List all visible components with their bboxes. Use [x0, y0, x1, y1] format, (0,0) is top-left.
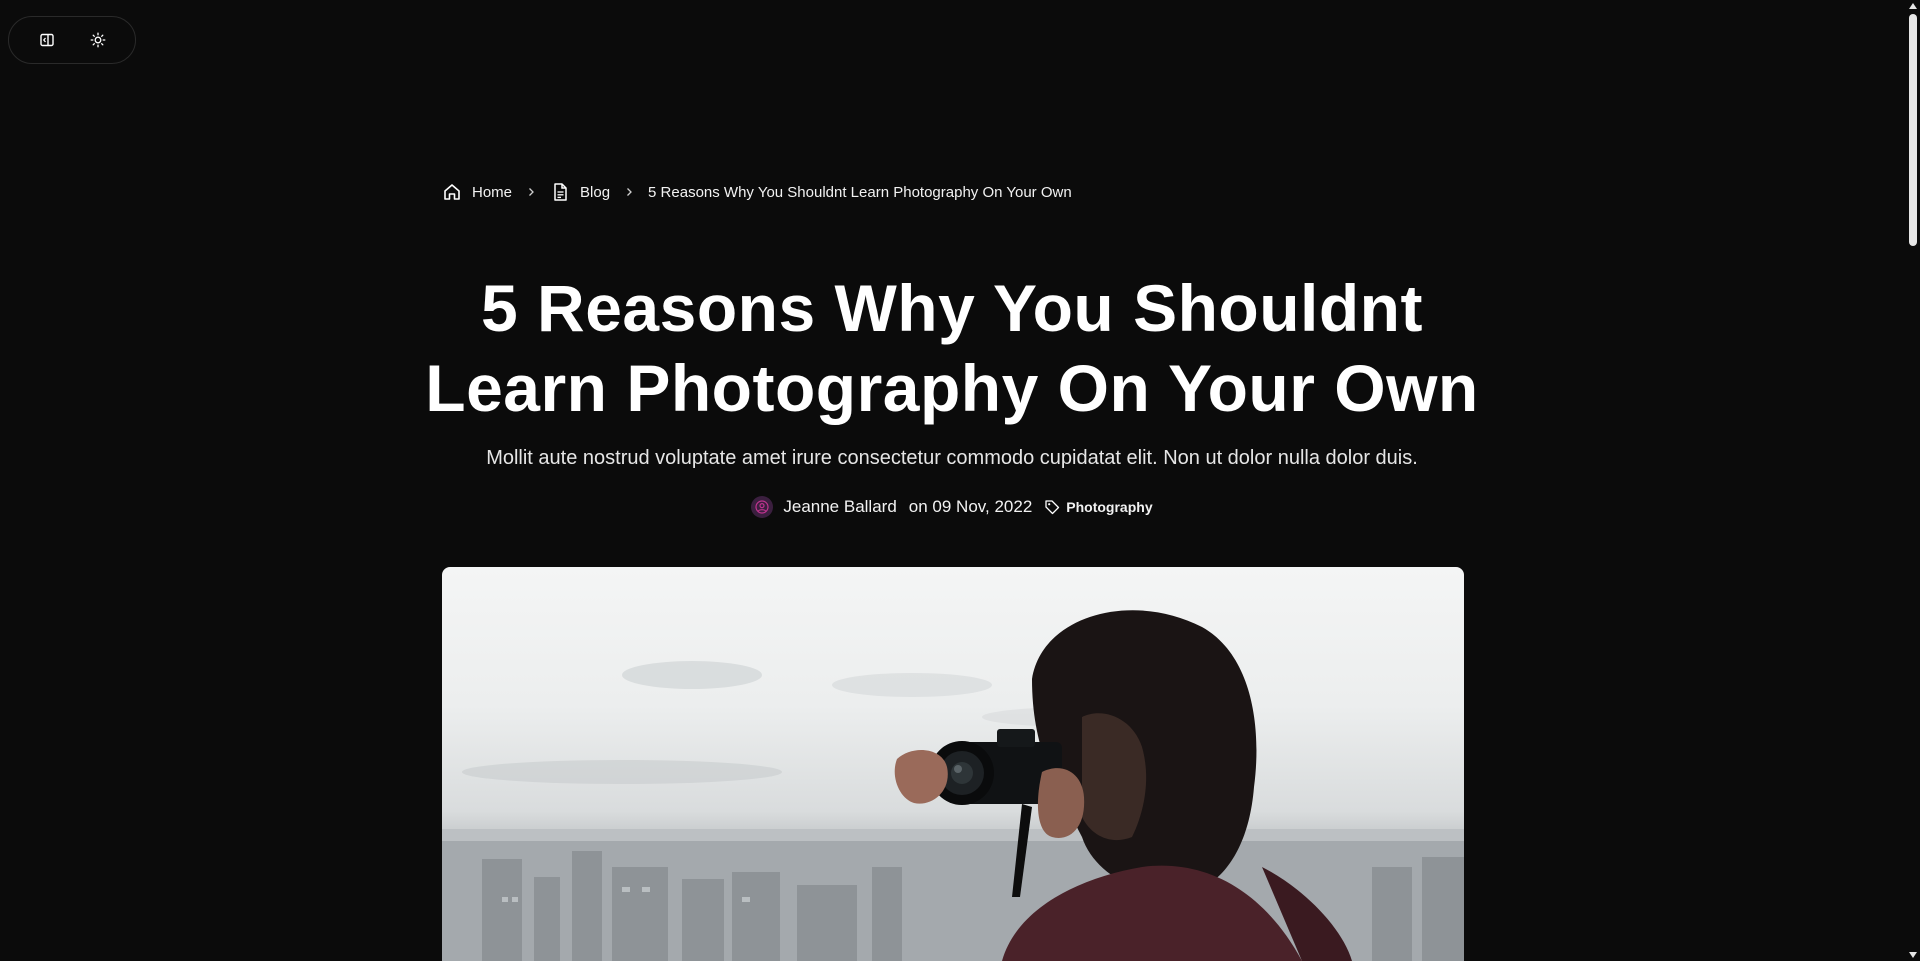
scroll-down-arrow-icon[interactable]: [1909, 952, 1917, 958]
hero-image: [442, 567, 1464, 961]
document-icon: [554, 183, 567, 201]
avatar: [751, 496, 774, 518]
tag-link[interactable]: Photography: [1044, 499, 1153, 515]
sun-icon: [90, 32, 105, 48]
breadcrumb-current: 5 Reasons Why You Shouldnt Learn Photogr…: [648, 183, 1072, 201]
page-title: 5 Reasons Why You Shouldnt Learn Photogr…: [425, 271, 1479, 425]
scrollbar[interactable]: [1906, 0, 1920, 961]
breadcrumb-blog[interactable]: Blog: [550, 182, 610, 202]
sidebar-toggle-icon: [39, 33, 54, 47]
breadcrumb-home[interactable]: Home: [442, 182, 512, 202]
breadcrumb-home-label: Home: [472, 183, 513, 201]
top-left-toolbar: [8, 16, 136, 64]
post-date: on 09 Nov, 2022: [908, 497, 1033, 516]
chevron-right-icon: [526, 187, 536, 197]
breadcrumb: Home Blog 5 Reasons Why You Shouldnt Lea…: [442, 182, 1072, 202]
photographer-image: [442, 610, 1464, 961]
scroll-up-arrow-icon[interactable]: [1909, 3, 1917, 9]
theme-toggle-button[interactable]: [80, 22, 116, 58]
post-meta: Jeanne Ballard on 09 Nov, 2022 Photograp…: [420, 496, 1484, 518]
author-name[interactable]: Jeanne Ballard: [783, 497, 896, 517]
tag-icon: [1045, 500, 1060, 515]
breadcrumb-blog-label: Blog: [580, 183, 611, 201]
scroll-thumb[interactable]: [1909, 14, 1917, 246]
chevron-right-icon: [624, 187, 634, 197]
home-icon: [444, 184, 460, 200]
user-avatar-icon: [755, 500, 769, 514]
sidebar-toggle-button[interactable]: [29, 22, 65, 58]
post-subtitle: Mollit aute nostrud voluptate amet irure…: [486, 447, 1418, 469]
tag-label: Photography: [1066, 499, 1153, 515]
